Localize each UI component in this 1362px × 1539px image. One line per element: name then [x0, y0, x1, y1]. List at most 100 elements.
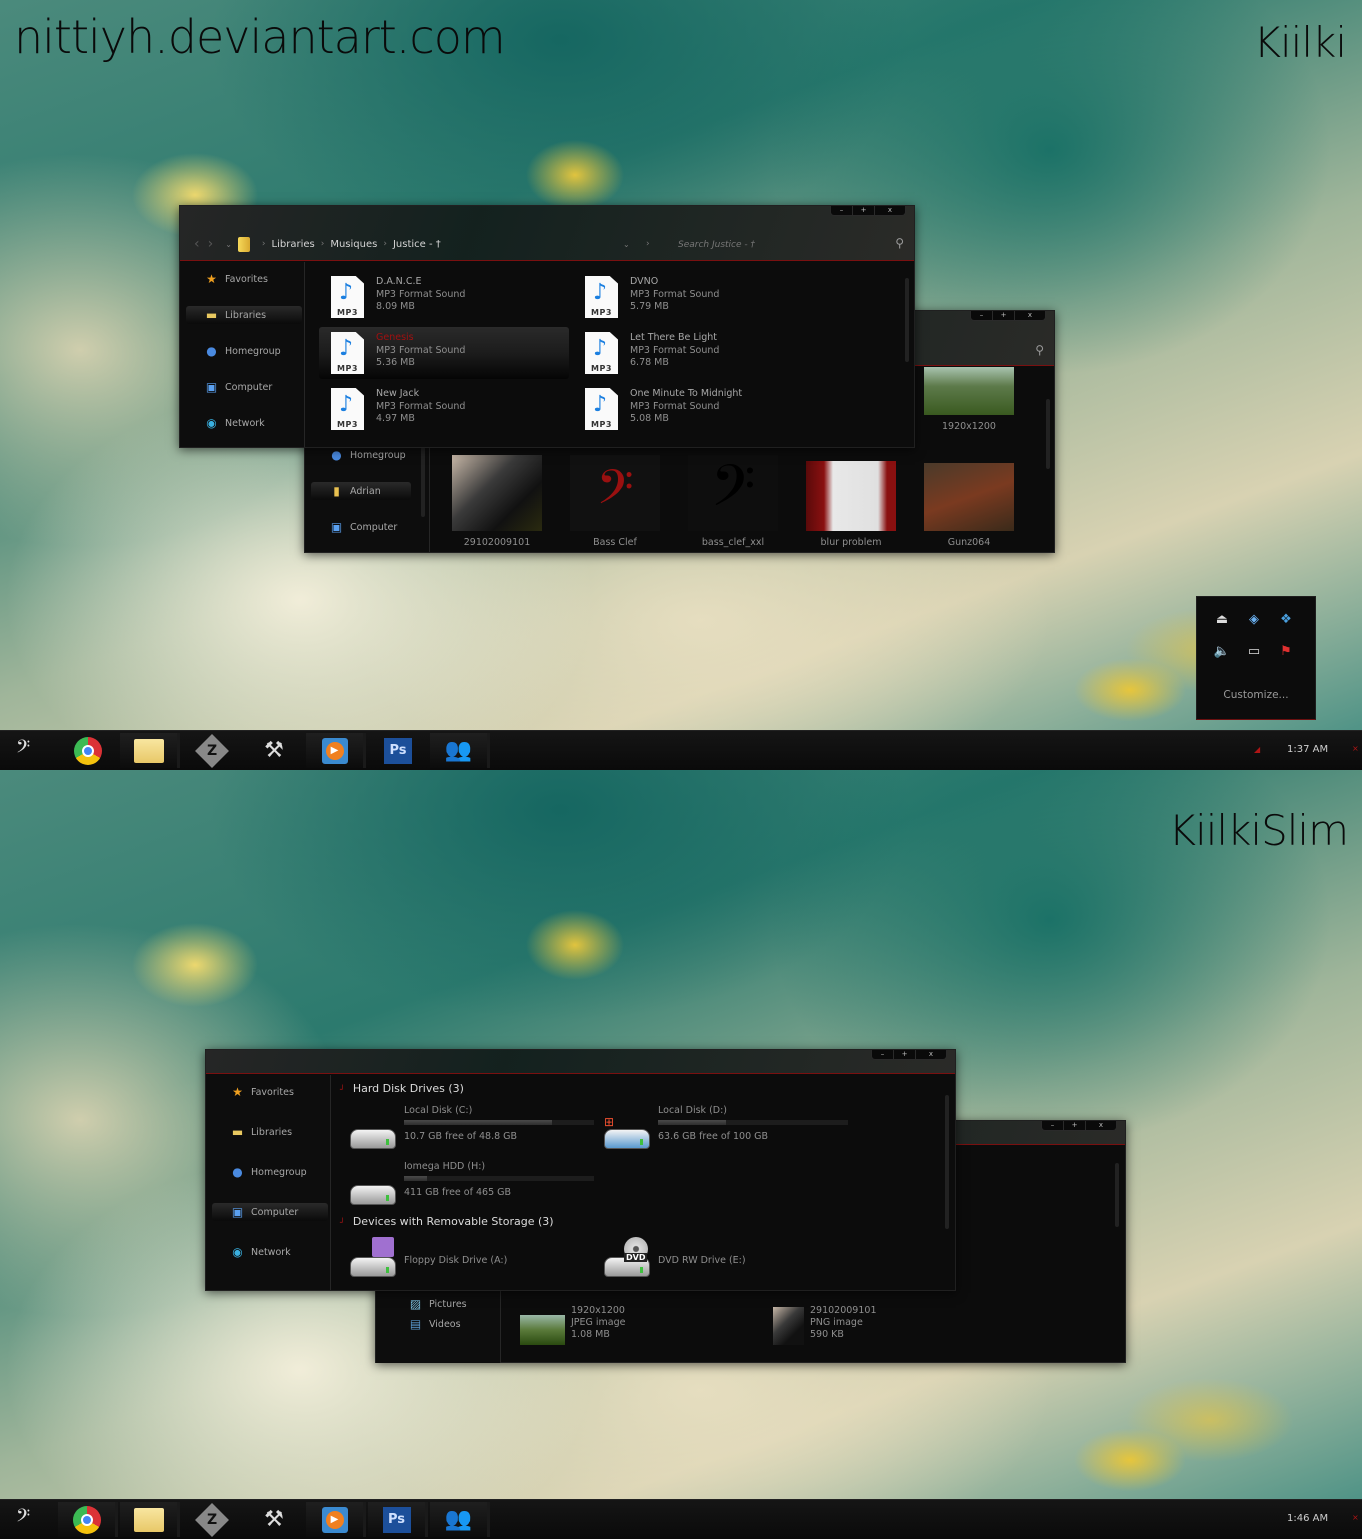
taskbar-photoshop[interactable]: Ps: [368, 733, 428, 768]
sidebar-item-favorites[interactable]: ★ Favorites: [212, 1083, 328, 1101]
titlebar[interactable]: – + x: [206, 1050, 955, 1074]
network-icon[interactable]: ▭: [1245, 643, 1263, 661]
group-header-hard-disks[interactable]: ┘ Hard Disk Drives (3): [340, 1082, 464, 1095]
explorer-window-computer[interactable]: – + x ★ Favorites ▬ Libraries ● Homegrou…: [205, 1049, 956, 1291]
file-item[interactable]: ♪ MP3 New Jack MP3 Format Sound 4.97 MB: [319, 383, 569, 435]
sidebar-item-libraries[interactable]: ▬ Libraries: [186, 306, 302, 324]
action-center-flag-icon[interactable]: ⚑: [1277, 643, 1295, 661]
sidebar-item-favorites[interactable]: ★ Favorites: [186, 270, 302, 288]
taskbar-messenger[interactable]: 👥: [430, 1502, 490, 1537]
breadcrumb-libraries[interactable]: Libraries: [272, 239, 315, 250]
show-desktop-button[interactable]: ×: [1352, 1513, 1359, 1522]
minimize-button[interactable]: –: [1042, 1121, 1064, 1131]
search-input[interactable]: Search Justice - †: [678, 240, 755, 250]
tray-expand-arrow[interactable]: ◢: [1254, 745, 1260, 754]
sidebar-item-computer[interactable]: ▣ Computer: [212, 1203, 328, 1221]
volume-icon[interactable]: 🔈: [1213, 643, 1231, 661]
thumbnail-item[interactable]: blur problem: [801, 455, 901, 548]
file-item-selected[interactable]: ♪ MP3 Genesis MP3 Format Sound 5.36 MB: [319, 327, 569, 379]
file-name: D.A.N.C.E: [376, 276, 422, 287]
minimize-button[interactable]: –: [872, 1050, 894, 1060]
taskbar-z-utility[interactable]: Z: [182, 733, 242, 768]
thumbnail-item[interactable]: 1920x1200: [919, 367, 1019, 432]
drive-item-h[interactable]: Iomega HDD (H:) 411 GB free of 465 GB: [350, 1161, 594, 1205]
scrollbar[interactable]: [1115, 1163, 1119, 1227]
taskbar-explorer[interactable]: [120, 733, 180, 768]
file-item[interactable]: ♪ MP3 Let There Be Light MP3 Format Sound 6…: [573, 327, 823, 379]
file-item[interactable]: ♪ MP3 DVNO MP3 Format Sound 5.79 MB: [573, 271, 823, 323]
drive-name: DVD RW Drive (E:): [658, 1255, 746, 1266]
file-item[interactable]: ♪ MP3 D.A.N.C.E MP3 Format Sound 8.09 MB: [319, 271, 569, 323]
taskbar-media-player[interactable]: ▶: [306, 1502, 366, 1537]
sidebar-item-homegroup[interactable]: ● Homegroup: [186, 342, 302, 360]
scrollbar[interactable]: [945, 1095, 949, 1229]
sidebar-item-computer[interactable]: ▣ Computer: [186, 378, 302, 396]
maximize-button[interactable]: +: [993, 311, 1015, 321]
file-item[interactable]: 29102009101 PNG image 590 KB: [773, 1305, 877, 1345]
drive-free-space: 63.6 GB free of 100 GB: [658, 1131, 769, 1142]
dropbox-icon[interactable]: ❖: [1277, 611, 1295, 629]
thumbnail-item[interactable]: 29102009101: [447, 455, 547, 548]
sidebar-item-computer[interactable]: ▣ Computer: [311, 518, 427, 536]
taskbar-photoshop[interactable]: Ps: [368, 1502, 428, 1537]
usb-safe-remove-icon[interactable]: ⏏: [1213, 611, 1231, 629]
sidebar-item-pictures[interactable]: ▨ Pictures: [390, 1295, 506, 1313]
forward-button[interactable]: ›: [208, 236, 214, 252]
back-button[interactable]: ‹: [194, 236, 200, 252]
refresh-button[interactable]: ›: [646, 239, 650, 249]
sidebar-item-network[interactable]: ◉ Network: [212, 1243, 328, 1261]
close-button[interactable]: x: [1015, 311, 1045, 321]
thumbnail-item[interactable]: 𝄢 bass_clef_xxl: [683, 455, 783, 548]
scrollbar[interactable]: [1046, 399, 1050, 469]
thumbnail-item[interactable]: Gunz064: [919, 455, 1019, 548]
clock[interactable]: 1:46 AM: [1287, 1513, 1328, 1524]
breadcrumb-justice[interactable]: Justice - †: [393, 239, 441, 250]
start-button[interactable]: 𝄢: [16, 737, 30, 762]
close-button[interactable]: x: [1086, 1121, 1116, 1131]
drive-item-c[interactable]: Local Disk (C:) 10.7 GB free of 48.8 GB: [350, 1105, 594, 1149]
search-icon[interactable]: ⚲: [1035, 343, 1044, 357]
maximize-button[interactable]: +: [853, 206, 875, 216]
file-item[interactable]: 1920x1200 JPEG image 1.08 MB: [520, 1305, 626, 1345]
close-button[interactable]: x: [875, 206, 905, 216]
titlebar[interactable]: – + x ‹ › ⌄ › Libraries › Musiques › Jus…: [180, 206, 914, 261]
sidebar-item-homegroup[interactable]: ● Homegroup: [311, 446, 427, 464]
scrollbar[interactable]: [905, 278, 909, 362]
drive-item-a[interactable]: Floppy Disk Drive (A:): [350, 1235, 507, 1277]
taskbar-tools[interactable]: ⚒: [244, 733, 304, 768]
minimize-button[interactable]: –: [971, 311, 993, 321]
file-item[interactable]: ♪ MP3 One Minute To Midnight MP3 Format So…: [573, 383, 823, 435]
recent-pages-dropdown[interactable]: ⌄: [225, 240, 232, 249]
show-desktop-button[interactable]: ×: [1352, 744, 1359, 753]
maximize-button[interactable]: +: [894, 1050, 916, 1060]
close-button[interactable]: x: [916, 1050, 946, 1060]
breadcrumb-musiques[interactable]: Musiques: [330, 239, 377, 250]
taskbar-tools[interactable]: ⚒: [244, 1502, 304, 1537]
taskbar-z-utility[interactable]: Z: [182, 1502, 242, 1537]
drive-item-e[interactable]: DVD DVD RW Drive (E:): [604, 1235, 746, 1277]
customize-link[interactable]: Customize...: [1197, 689, 1315, 701]
sidebar-item-libraries[interactable]: ▬ Libraries: [212, 1123, 328, 1141]
taskbar-messenger[interactable]: 👥: [430, 733, 490, 768]
sidebar-item-videos[interactable]: ▤ Videos: [390, 1315, 506, 1333]
sidebar-item-adrian[interactable]: ▮ Adrian: [311, 482, 411, 500]
taskbar-chrome[interactable]: [58, 733, 118, 768]
thumbnail-item[interactable]: 𝄢 Bass Clef: [565, 455, 665, 548]
explorer-window-front[interactable]: – + x ‹ › ⌄ › Libraries › Musiques › Jus…: [179, 205, 915, 448]
sidebar-item-homegroup[interactable]: ● Homegroup: [212, 1163, 328, 1181]
address-dropdown[interactable]: ⌄: [623, 240, 630, 249]
maximize-button[interactable]: +: [1064, 1121, 1086, 1131]
windows-update-icon[interactable]: ◈: [1245, 611, 1263, 629]
taskbar-chrome[interactable]: [58, 1502, 118, 1537]
drive-item-d[interactable]: ⊞ Local Disk (D:) 63.6 GB free of 100 GB: [604, 1105, 848, 1149]
clock[interactable]: 1:37 AM: [1287, 744, 1328, 755]
start-button[interactable]: 𝄢: [16, 1506, 30, 1531]
taskbar-media-player[interactable]: ▶: [306, 733, 366, 768]
scrollbar[interactable]: [421, 447, 425, 517]
sidebar-item-network[interactable]: ◉ Network: [186, 414, 302, 432]
minimize-button[interactable]: –: [831, 206, 853, 216]
caption-buttons: – + x: [970, 311, 1046, 321]
group-header-removable[interactable]: ┘ Devices with Removable Storage (3): [340, 1215, 554, 1228]
search-icon[interactable]: ⚲: [895, 236, 904, 250]
taskbar-explorer[interactable]: [120, 1502, 180, 1537]
